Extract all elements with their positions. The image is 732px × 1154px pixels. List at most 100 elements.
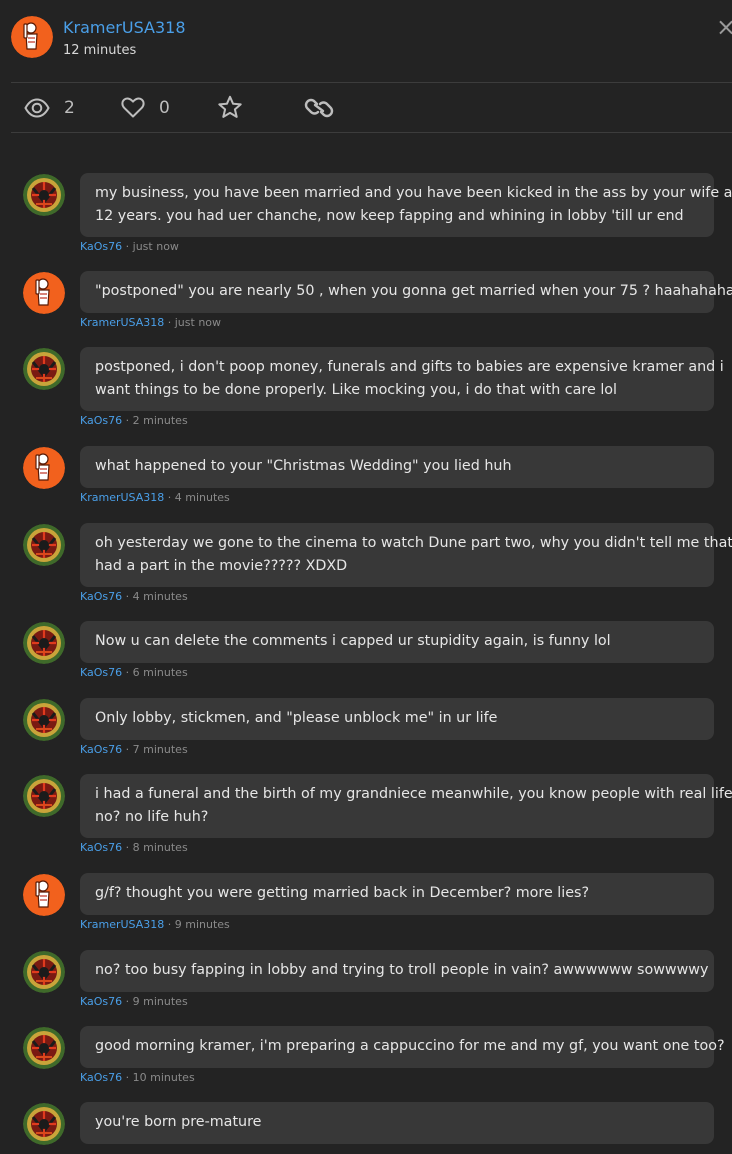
eye-icon xyxy=(24,97,50,118)
comment-timestamp: 4 minutes xyxy=(174,491,230,504)
comment-bubble: no? too busy fapping in lobby and trying… xyxy=(80,950,714,992)
comment-username[interactable]: KaOs76 xyxy=(80,841,122,854)
comment-text-line: you're born pre-mature xyxy=(95,1114,262,1130)
share-link-button[interactable] xyxy=(303,83,335,132)
comment-bubble: oh yesterday we gone to the cinema to wa… xyxy=(80,523,732,587)
comment-timestamp: 4 minutes xyxy=(132,590,188,603)
post-detail-panel: KramerUSA318 12 minutes × 2 0 my busines… xyxy=(0,0,732,1154)
comment-text-line: oh yesterday we gone to the cinema to wa… xyxy=(95,535,732,551)
post-author-name[interactable]: KramerUSA318 xyxy=(63,18,186,37)
chaos-avatar[interactable] xyxy=(23,1027,65,1069)
meta-separator: · xyxy=(122,590,133,603)
comment-text-line: my business, you have been married and y… xyxy=(95,185,732,201)
meta-separator: · xyxy=(122,240,133,253)
heart-icon xyxy=(121,97,145,118)
comment-meta: KaOs76 · 4 minutes xyxy=(80,590,188,603)
comment-meta: KaOs76 · 10 minutes xyxy=(80,1071,195,1084)
chaos-avatar[interactable] xyxy=(23,348,65,390)
comment-timestamp: 7 minutes xyxy=(132,743,188,756)
comment-username[interactable]: KaOs76 xyxy=(80,590,122,603)
meta-separator: · xyxy=(122,414,133,427)
chaos-avatar[interactable] xyxy=(23,174,65,216)
meta-separator: · xyxy=(122,1071,133,1084)
comment-bubble: good morning kramer, i'm preparing a cap… xyxy=(80,1026,725,1068)
comment-text-line: what happened to your "Christmas Wedding… xyxy=(95,458,512,474)
chaos-avatar[interactable] xyxy=(23,775,65,817)
comment-text-line: had a part in the movie????? XDXD xyxy=(95,558,348,574)
comment-bubble: you're born pre-mature xyxy=(80,1102,714,1144)
comment-bubble: "postponed" you are nearly 50 , when you… xyxy=(80,271,732,313)
chaos-avatar[interactable] xyxy=(23,622,65,664)
post-header: KramerUSA318 12 minutes × xyxy=(0,0,732,82)
meta-separator: · xyxy=(122,841,133,854)
kramer-avatar[interactable] xyxy=(23,874,65,916)
comment-timestamp: just now xyxy=(132,240,179,253)
comment-text-line: "postponed" you are nearly 50 , when you… xyxy=(95,283,732,299)
comment-meta: KramerUSA318 · just now xyxy=(80,316,221,329)
comment-bubble: postponed, i don't poop money, funerals … xyxy=(80,347,724,411)
comment-username[interactable]: KramerUSA318 xyxy=(80,918,164,931)
comment-username[interactable]: KaOs76 xyxy=(80,743,122,756)
comment-timestamp: 10 minutes xyxy=(132,1071,195,1084)
comment-username[interactable]: KramerUSA318 xyxy=(80,316,164,329)
like-button[interactable]: 0 xyxy=(121,83,170,132)
comment-timestamp: 2 minutes xyxy=(132,414,188,427)
comment-text-line: i had a funeral and the birth of my gran… xyxy=(95,786,732,802)
comment-meta: KaOs76 · 7 minutes xyxy=(80,743,188,756)
comment-meta: KaOs76 · 2 minutes xyxy=(80,414,188,427)
comment-timestamp: 6 minutes xyxy=(132,666,188,679)
comment-meta: KramerUSA318 · 4 minutes xyxy=(80,491,230,504)
kramer-avatar[interactable] xyxy=(11,16,53,58)
meta-separator: · xyxy=(164,918,175,931)
comment-meta: KaOs76 · 9 minutes xyxy=(80,995,188,1008)
close-button[interactable]: × xyxy=(716,15,732,40)
meta-separator: · xyxy=(122,666,133,679)
comment-bubble: Now u can delete the comments i capped u… xyxy=(80,621,714,663)
comment-text-line: g/f? thought you were getting married ba… xyxy=(95,885,590,901)
comment-timestamp: 9 minutes xyxy=(174,918,230,931)
comment-username[interactable]: KaOs76 xyxy=(80,995,122,1008)
chaos-avatar[interactable] xyxy=(23,524,65,566)
comment-text-line: postponed, i don't poop money, funerals … xyxy=(95,359,724,375)
comment-username[interactable]: KramerUSA318 xyxy=(80,491,164,504)
comment-bubble: my business, you have been married and y… xyxy=(80,173,732,237)
meta-separator: · xyxy=(122,995,133,1008)
comment-username[interactable]: KaOs76 xyxy=(80,666,122,679)
comment-text-line: Only lobby, stickmen, and "please unbloc… xyxy=(95,710,498,726)
post-stats-bar: 2 0 xyxy=(0,83,732,132)
comment-text-line: Now u can delete the comments i capped u… xyxy=(95,633,611,649)
post-timestamp: 12 minutes xyxy=(63,43,137,58)
views-stat: 2 xyxy=(24,83,75,132)
chaos-avatar[interactable] xyxy=(23,951,65,993)
comment-timestamp: 9 minutes xyxy=(132,995,188,1008)
kramer-avatar[interactable] xyxy=(23,447,65,489)
comment-meta: KaOs76 · just now xyxy=(80,240,179,253)
comment-meta: KramerUSA318 · 9 minutes xyxy=(80,918,230,931)
meta-separator: · xyxy=(164,491,175,504)
comment-text-line: want things to be done properly. Like mo… xyxy=(95,382,618,398)
comment-username[interactable]: KaOs76 xyxy=(80,414,122,427)
chaos-avatar[interactable] xyxy=(23,699,65,741)
comment-username[interactable]: KaOs76 xyxy=(80,1071,122,1084)
comment-meta: KaOs76 · 6 minutes xyxy=(80,666,188,679)
link-icon xyxy=(304,98,334,117)
comment-text-line: 12 years. you had uer chanche, now keep … xyxy=(95,208,684,224)
comment-text-line: good morning kramer, i'm preparing a cap… xyxy=(95,1038,725,1054)
likes-count: 0 xyxy=(159,97,170,118)
meta-separator: · xyxy=(122,743,133,756)
chaos-avatar[interactable] xyxy=(23,1103,65,1145)
meta-separator: · xyxy=(164,316,175,329)
comment-bubble: g/f? thought you were getting married ba… xyxy=(80,873,714,915)
star-icon xyxy=(218,95,242,118)
comment-timestamp: just now xyxy=(174,316,222,329)
comment-meta: KaOs76 · 8 minutes xyxy=(80,841,188,854)
comment-text-line: no? too busy fapping in lobby and trying… xyxy=(95,962,709,978)
comment-bubble: Only lobby, stickmen, and "please unbloc… xyxy=(80,698,714,740)
comment-timestamp: 8 minutes xyxy=(132,841,188,854)
comment-username[interactable]: KaOs76 xyxy=(80,240,122,253)
kramer-avatar[interactable] xyxy=(23,272,65,314)
comment-bubble: i had a funeral and the birth of my gran… xyxy=(80,774,732,838)
comment-bubble: what happened to your "Christmas Wedding… xyxy=(80,446,714,488)
favorite-button[interactable] xyxy=(217,83,243,132)
views-count: 2 xyxy=(64,97,75,118)
